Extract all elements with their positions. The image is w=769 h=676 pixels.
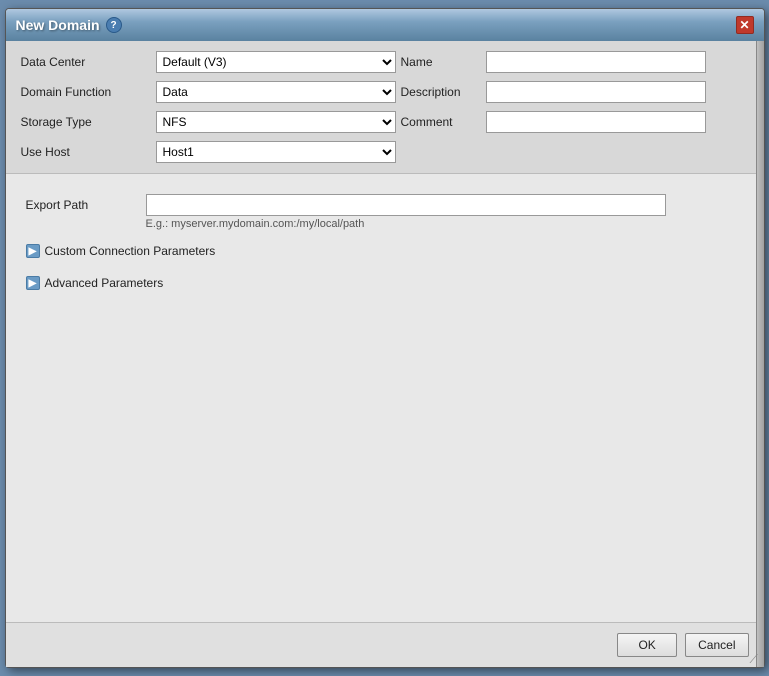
use-host-select[interactable]: Host1 Host2: [156, 141, 396, 163]
resize-handle[interactable]: ⟋: [750, 653, 762, 665]
advanced-parameters-section[interactable]: ▶ Advanced Parameters: [26, 272, 744, 294]
custom-connection-label: Custom Connection Parameters: [45, 244, 216, 258]
new-domain-dialog: New Domain ? ✕ Data Center Default (V3) …: [5, 8, 765, 668]
description-label: Description: [401, 85, 481, 99]
main-content: Export Path E.g.: myserver.mydomain.com:…: [6, 174, 764, 622]
advanced-parameters-expand-icon[interactable]: ▶: [26, 276, 40, 290]
storage-type-select[interactable]: NFS iSCSI FCP Local on Host POSIX compli…: [156, 111, 396, 133]
custom-connection-section[interactable]: ▶ Custom Connection Parameters: [26, 240, 744, 262]
form-section: Data Center Default (V3) Default (V4) Na…: [6, 41, 764, 174]
right-edge-scroll: [756, 41, 764, 667]
data-center-label: Data Center: [21, 55, 151, 69]
custom-connection-expand-icon[interactable]: ▶: [26, 244, 40, 258]
export-path-label: Export Path: [26, 198, 136, 212]
export-path-hint: E.g.: myserver.mydomain.com:/my/local/pa…: [146, 218, 744, 230]
advanced-parameters-label: Advanced Parameters: [45, 276, 164, 290]
export-path-section: Export Path E.g.: myserver.mydomain.com:…: [26, 189, 744, 230]
dialog-footer: OK Cancel: [6, 622, 764, 667]
export-path-input[interactable]: [146, 194, 666, 216]
dialog-titlebar: New Domain ? ✕: [6, 9, 764, 41]
cancel-button[interactable]: Cancel: [685, 633, 748, 657]
dialog-body: Data Center Default (V3) Default (V4) Na…: [6, 41, 764, 622]
dialog-title-left: New Domain ?: [16, 17, 122, 33]
ok-button[interactable]: OK: [617, 633, 677, 657]
help-icon[interactable]: ?: [106, 17, 122, 33]
comment-label: Comment: [401, 115, 481, 129]
name-label: Name: [401, 55, 481, 69]
export-path-row: Export Path: [26, 194, 744, 216]
domain-function-label: Domain Function: [21, 85, 151, 99]
storage-type-label: Storage Type: [21, 115, 151, 129]
dialog-title: New Domain: [16, 17, 100, 33]
close-button[interactable]: ✕: [736, 16, 754, 34]
comment-input[interactable]: [486, 111, 706, 133]
name-input[interactable]: [486, 51, 706, 73]
use-host-label: Use Host: [21, 145, 151, 159]
description-input[interactable]: [486, 81, 706, 103]
domain-function-select[interactable]: Data ISO Export: [156, 81, 396, 103]
data-center-select[interactable]: Default (V3) Default (V4): [156, 51, 396, 73]
form-grid: Data Center Default (V3) Default (V4) Na…: [21, 51, 749, 163]
